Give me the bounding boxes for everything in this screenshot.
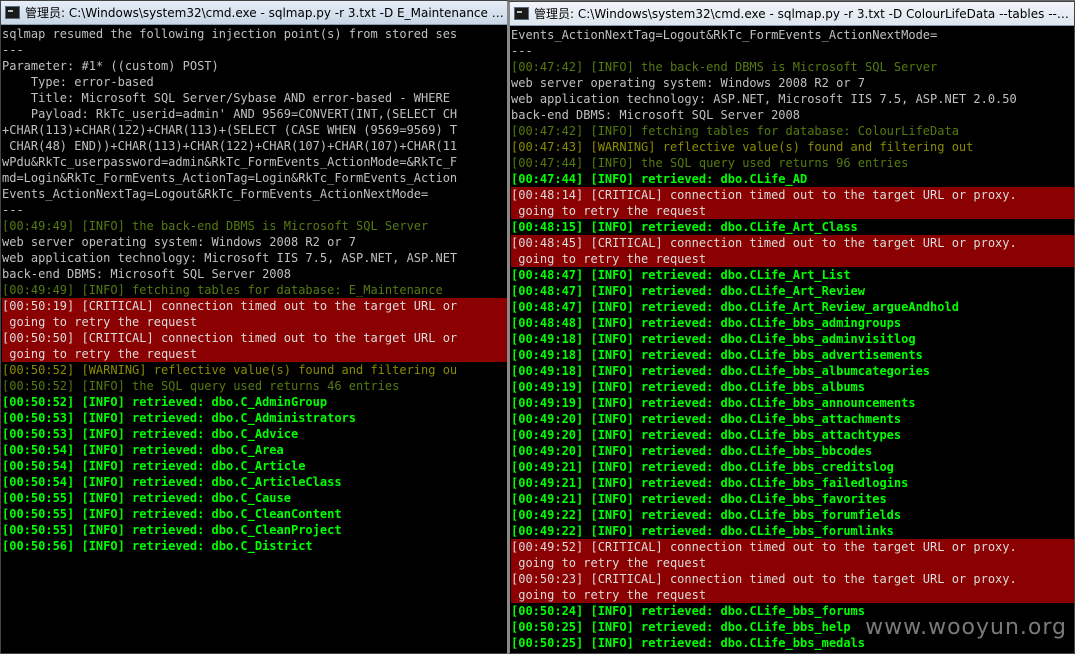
console-line: Events_ActionNextTag=Logout&RkTc_FormEve…: [511, 28, 938, 42]
console-line: [00:50:54] [INFO] retrieved: dbo.C_Area: [2, 443, 284, 457]
console-line: [00:48:45] [CRITICAL] connection timed o…: [511, 235, 1074, 251]
console-line: [00:50:50] [CRITICAL] connection timed o…: [2, 330, 507, 346]
console-line: [00:49:19] [INFO] retrieved: dbo.CLife_b…: [511, 380, 866, 394]
console-line: ---: [2, 203, 24, 217]
console-line: [00:50:52] [INFO] retrieved: dbo.C_Admin…: [2, 395, 328, 409]
right-window-titlebar[interactable]: 管理员: C:\Windows\system32\cmd.exe - sqlma…: [510, 2, 1074, 26]
left-window-titlebar[interactable]: 管理员: C:\Windows\system32\cmd.exe - sqlma…: [1, 1, 507, 25]
console-line: [00:49:49] [INFO] the back-end DBMS is M…: [2, 219, 429, 233]
console-line: wPdu&RkTc_userpassword=admin&RkTc_FormEv…: [2, 155, 458, 169]
watermark: www.wooyun.org: [865, 615, 1067, 640]
console-line: [00:50:52] [WARNING] reflective value(s)…: [2, 363, 458, 377]
console-line: [00:50:55] [INFO] retrieved: dbo.C_Clean…: [2, 507, 342, 521]
console-line: [00:49:19] [INFO] retrieved: dbo.CLife_b…: [511, 396, 916, 410]
console-line: [00:50:55] [INFO] retrieved: dbo.C_Clean…: [2, 523, 342, 537]
console-line: Type: error-based: [2, 75, 154, 89]
console-line: web application technology: ASP.NET, Mic…: [511, 92, 1017, 106]
console-line: [00:49:18] [INFO] retrieved: dbo.CLife_b…: [511, 364, 931, 378]
console-line: Parameter: #1* ((custom) POST): [2, 59, 219, 73]
console-line: [00:48:15] [INFO] retrieved: dbo.CLife_A…: [511, 220, 858, 234]
console-line: [00:50:54] [INFO] retrieved: dbo.C_Artic…: [2, 459, 306, 473]
cmd-icon: [514, 7, 529, 20]
console-line: web application technology: Microsoft II…: [2, 251, 458, 265]
console-line: Title: Microsoft SQL Server/Sybase AND e…: [2, 91, 450, 105]
console-line: [00:49:21] [INFO] retrieved: dbo.CLife_b…: [511, 460, 894, 474]
console-line: md=Login&RkTc_FormEvents_ActionTag=Login…: [2, 171, 458, 185]
console-line: going to retry the request: [511, 203, 1074, 219]
console-line: [00:48:47] [INFO] retrieved: dbo.CLife_A…: [511, 268, 851, 282]
console-line: [00:47:42] [INFO] fetching tables for da…: [511, 124, 959, 138]
console-line: [00:49:21] [INFO] retrieved: dbo.CLife_b…: [511, 476, 909, 490]
console-line: [00:47:44] [INFO] the SQL query used ret…: [511, 156, 909, 170]
console-line: [00:47:44] [INFO] retrieved: dbo.CLife_A…: [511, 172, 808, 186]
console-line: going to retry the request: [511, 555, 1074, 571]
right-console-output[interactable]: Events_ActionNextTag=Logout&RkTc_FormEve…: [510, 26, 1074, 653]
console-line: +CHAR(113)+CHAR(122)+CHAR(113)+(SELECT (…: [2, 123, 458, 137]
console-line: [00:47:42] [INFO] the back-end DBMS is M…: [511, 60, 938, 74]
console-line: [00:49:20] [INFO] retrieved: dbo.CLife_b…: [511, 428, 902, 442]
console-line: [00:50:53] [INFO] retrieved: dbo.C_Advic…: [2, 427, 299, 441]
console-line: web server operating system: Windows 200…: [2, 235, 357, 249]
console-line: [00:49:18] [INFO] retrieved: dbo.CLife_b…: [511, 348, 923, 362]
console-line: [00:49:22] [INFO] retrieved: dbo.CLife_b…: [511, 524, 894, 538]
console-line: [00:49:21] [INFO] retrieved: dbo.CLife_b…: [511, 492, 887, 506]
console-line: [00:48:14] [CRITICAL] connection timed o…: [511, 187, 1074, 203]
console-line: CHAR(48) END))+CHAR(113)+CHAR(122)+CHAR(…: [2, 139, 458, 153]
cmd-icon: [5, 6, 20, 19]
console-line: [00:48:48] [INFO] retrieved: dbo.CLife_b…: [511, 316, 902, 330]
console-line: [00:49:52] [CRITICAL] connection timed o…: [511, 539, 1074, 555]
console-line: [00:49:20] [INFO] retrieved: dbo.CLife_b…: [511, 444, 873, 458]
console-line: [00:50:23] [CRITICAL] connection timed o…: [511, 571, 1074, 587]
console-line: going to retry the request: [2, 346, 507, 362]
console-line: [00:48:47] [INFO] retrieved: dbo.CLife_A…: [511, 300, 959, 314]
console-line: [00:49:49] [INFO] fetching tables for da…: [2, 283, 443, 297]
console-line: [00:49:22] [INFO] retrieved: dbo.CLife_b…: [511, 508, 902, 522]
console-line: ---: [511, 44, 533, 58]
console-line: going to retry the request: [511, 587, 1074, 603]
console-line: [00:49:18] [INFO] retrieved: dbo.CLife_b…: [511, 332, 916, 346]
console-line: [00:50:52] [INFO] the SQL query used ret…: [2, 379, 400, 393]
console-line: going to retry the request: [2, 314, 507, 330]
console-line: Events_ActionNextTag=Logout&RkTc_FormEve…: [2, 187, 429, 201]
console-line: [00:50:53] [INFO] retrieved: dbo.C_Admin…: [2, 411, 357, 425]
console-line: back-end DBMS: Microsoft SQL Server 2008: [511, 108, 800, 122]
right-console-window[interactable]: 管理员: C:\Windows\system32\cmd.exe - sqlma…: [507, 1, 1075, 654]
right-window-title: 管理员: C:\Windows\system32\cmd.exe - sqlma…: [534, 7, 1074, 21]
console-line: [00:50:19] [CRITICAL] connection timed o…: [2, 298, 507, 314]
left-window-title: 管理员: C:\Windows\system32\cmd.exe - sqlma…: [25, 6, 507, 20]
console-line: sqlmap resumed the following injection p…: [2, 27, 458, 41]
console-line: [00:49:20] [INFO] retrieved: dbo.CLife_b…: [511, 412, 902, 426]
console-line: going to retry the request: [511, 251, 1074, 267]
left-console-output[interactable]: sqlmap resumed the following injection p…: [1, 25, 507, 653]
console-line: Payload: RkTc_userid=admin' AND 9569=CON…: [2, 107, 458, 121]
console-line: [00:50:55] [INFO] retrieved: dbo.C_Cause: [2, 491, 291, 505]
console-line: [00:48:47] [INFO] retrieved: dbo.CLife_A…: [511, 284, 866, 298]
console-line: [00:50:56] [INFO] retrieved: dbo.C_Distr…: [2, 539, 313, 553]
console-line: back-end DBMS: Microsoft SQL Server 2008: [2, 267, 291, 281]
console-line: [00:50:54] [INFO] retrieved: dbo.C_Artic…: [2, 475, 342, 489]
console-line: web server operating system: Windows 200…: [511, 76, 866, 90]
console-line: ---: [2, 43, 24, 57]
console-line: [00:47:43] [WARNING] reflective value(s)…: [511, 140, 974, 154]
left-console-window[interactable]: 管理员: C:\Windows\system32\cmd.exe - sqlma…: [0, 0, 508, 654]
